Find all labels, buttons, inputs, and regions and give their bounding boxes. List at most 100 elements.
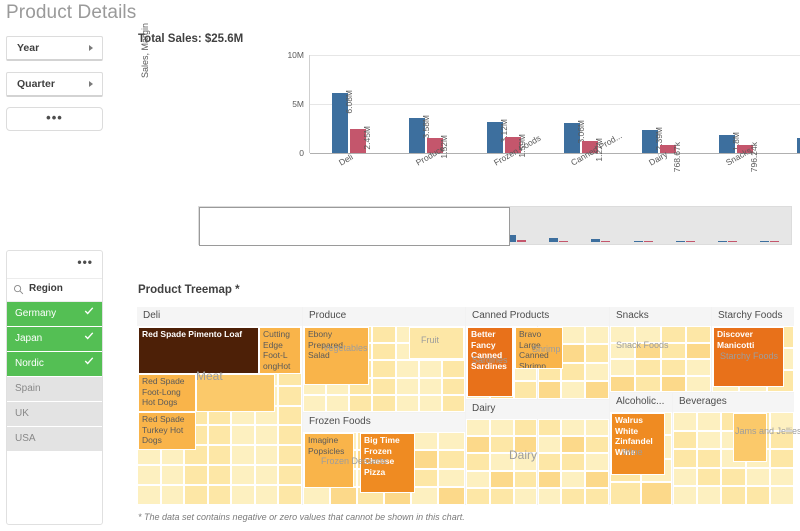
treemap-tile[interactable] [585, 344, 609, 362]
listbox-item-uk[interactable]: UK [7, 402, 102, 427]
treemap-tile[interactable] [610, 359, 635, 376]
filter-more-button[interactable]: ••• [6, 107, 103, 131]
treemap-group-canned-products[interactable]: Canned ProductsBetter Fancy Canned Sardi… [466, 307, 609, 399]
listbox-search-row[interactable]: Region [7, 279, 102, 302]
treemap-tile[interactable] [635, 376, 660, 393]
treemap-tile[interactable] [585, 436, 609, 453]
treemap-tile[interactable] [514, 419, 538, 436]
treemap-tile[interactable] [326, 395, 349, 412]
treemap-tile[interactable] [255, 425, 279, 445]
treemap-tile[interactable] [770, 449, 794, 468]
treemap-group-dairy[interactable]: DairyDairy [466, 400, 609, 505]
treemap-tile[interactable] [372, 378, 395, 395]
treemap-tile[interactable] [411, 450, 438, 468]
treemap-tile[interactable] [303, 395, 326, 412]
treemap-tile[interactable] [419, 378, 442, 395]
treemap-tile[interactable] [673, 449, 697, 468]
treemap-tile[interactable] [466, 436, 490, 453]
treemap-tile[interactable] [330, 487, 357, 505]
treemap-tile[interactable] [137, 485, 161, 505]
treemap-tile[interactable] [438, 487, 465, 505]
treemap-tile[interactable] [721, 468, 745, 487]
treemap-tile[interactable] [770, 468, 794, 487]
treemap-tile[interactable] [641, 482, 672, 505]
listbox-item-usa[interactable]: USA [7, 427, 102, 452]
listbox-item-spain[interactable]: Spain [7, 377, 102, 402]
treemap-tile[interactable] [697, 468, 721, 487]
treemap-tile[interactable] [372, 343, 395, 360]
treemap-tile[interactable] [538, 453, 562, 470]
treemap-tile[interactable] [610, 376, 635, 393]
treemap-tile[interactable] [561, 381, 585, 399]
treemap-tile[interactable] [561, 453, 585, 470]
treemap-tile[interactable] [561, 436, 585, 453]
treemap-tile[interactable] [419, 395, 442, 412]
treemap-tile[interactable] [585, 453, 609, 470]
treemap-tile[interactable] [255, 485, 279, 505]
treemap-tile[interactable] [490, 419, 514, 436]
treemap-tile[interactable] [721, 486, 745, 505]
listbox-item-japan[interactable]: Japan [7, 327, 102, 352]
treemap-tile[interactable] [538, 471, 562, 488]
treemap-group-frozen-foods[interactable]: Frozen FoodsImagine PopsiclesBig Time Fr… [303, 413, 465, 505]
treemap-tile[interactable] [514, 488, 538, 505]
treemap-tile[interactable] [673, 468, 697, 487]
treemap-tile[interactable] [396, 378, 419, 395]
treemap-tile[interactable] [438, 450, 465, 468]
treemap-tile[interactable]: Red Spade Turkey Hot Dogs [138, 412, 196, 450]
treemap-tile[interactable] [561, 344, 585, 362]
treemap-tile[interactable] [231, 465, 255, 485]
treemap-tile[interactable] [585, 471, 609, 488]
treemap-tile[interactable] [255, 465, 279, 485]
treemap-tile[interactable] [697, 431, 721, 450]
treemap-group-beverages[interactable]: BeveragesJams and Jellies [673, 393, 794, 505]
treemap-tile[interactable] [561, 363, 585, 381]
treemap-tile[interactable] [673, 412, 697, 431]
treemap-tile[interactable] [514, 381, 538, 399]
treemap-tile[interactable] [278, 465, 302, 485]
treemap-tile[interactable] [161, 465, 185, 485]
treemap-tile[interactable] [372, 395, 395, 412]
treemap-tile[interactable] [697, 412, 721, 431]
product-treemap[interactable]: DeliRed Spade Pimento LoafCutting Edge F… [137, 307, 794, 505]
treemap-group-starchy-foods[interactable]: Starchy FoodsDiscover ManicottiStarchy F… [712, 307, 794, 392]
treemap-tile[interactable] [686, 326, 711, 343]
treemap-tile[interactable] [466, 471, 490, 488]
treemap-tile[interactable] [349, 395, 372, 412]
treemap-tile[interactable] [538, 419, 562, 436]
treemap-tile[interactable] [231, 445, 255, 465]
filter-button-quarter[interactable]: Quarter [6, 72, 103, 97]
filter-button-year[interactable]: Year [6, 36, 103, 61]
treemap-tile[interactable] [438, 432, 465, 450]
treemap-tile[interactable] [161, 485, 185, 505]
treemap-tile[interactable]: Walrus White Zinfandel Wine [611, 413, 665, 475]
treemap-tile[interactable] [442, 395, 465, 412]
treemap-tile[interactable]: Ebony Prepared Salad [304, 327, 369, 385]
treemap-tile[interactable] [746, 486, 770, 505]
treemap-group-deli[interactable]: DeliRed Spade Pimento LoafCutting Edge F… [137, 307, 302, 505]
treemap-tile[interactable] [585, 419, 609, 436]
treemap-group-produce[interactable]: ProduceEbony Prepared SaladVegetablesFru… [303, 307, 465, 412]
treemap-tile[interactable] [538, 488, 562, 505]
listbox-item-nordic[interactable]: Nordic [7, 352, 102, 377]
treemap-tile[interactable] [610, 482, 641, 505]
treemap-tile[interactable] [419, 360, 442, 377]
treemap-tile[interactable] [208, 425, 232, 445]
treemap-tile[interactable] [278, 406, 302, 426]
treemap-tile[interactable] [231, 485, 255, 505]
treemap-tile[interactable] [733, 413, 767, 462]
treemap-tile[interactable] [466, 453, 490, 470]
treemap-tile[interactable] [208, 465, 232, 485]
treemap-tile[interactable] [635, 359, 660, 376]
treemap-tile[interactable] [561, 471, 585, 488]
treemap-tile[interactable] [538, 436, 562, 453]
treemap-tile[interactable] [673, 431, 697, 450]
range-brush-handle[interactable] [199, 207, 510, 246]
treemap-tile[interactable] [442, 378, 465, 395]
treemap-tile[interactable] [686, 343, 711, 360]
treemap-tile[interactable] [396, 395, 419, 412]
treemap-tile[interactable]: Red Spade Foot-Long Hot Dogs [138, 374, 196, 412]
treemap-tile[interactable] [411, 487, 438, 505]
treemap-tile[interactable] [184, 485, 208, 505]
treemap-tile[interactable] [686, 376, 711, 393]
